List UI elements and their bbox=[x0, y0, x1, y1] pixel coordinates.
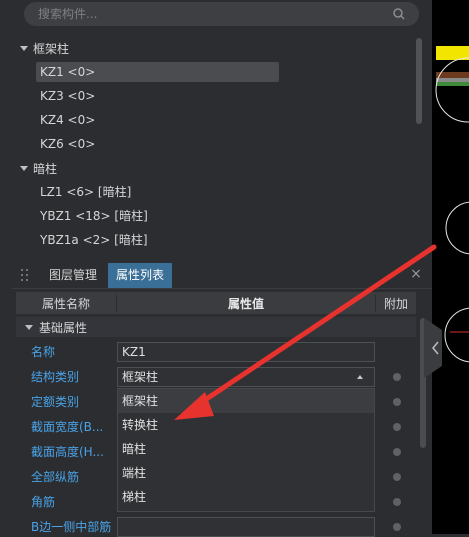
attach-checkbox[interactable] bbox=[393, 523, 401, 531]
attach-checkbox[interactable] bbox=[393, 398, 401, 406]
tree-item-ybz1[interactable]: YBZ1 <18> [暗柱] bbox=[36, 206, 279, 226]
tree-group-hidden-column[interactable]: 暗柱 bbox=[20, 158, 57, 178]
section-basic-properties[interactable]: 基础属性 bbox=[16, 317, 416, 337]
tree-item-lz1[interactable]: LZ1 <6> [暗柱] bbox=[36, 182, 279, 202]
attach-checkbox[interactable] bbox=[393, 498, 401, 506]
tab-property-list[interactable]: 属性列表 bbox=[108, 263, 173, 288]
dropdown-option-hidden-column[interactable]: 暗柱 bbox=[118, 437, 374, 461]
tree-item-kz1[interactable]: KZ1 <0> bbox=[36, 62, 279, 82]
chevron-up-icon[interactable] bbox=[357, 375, 363, 379]
tree-item-ybz1a[interactable]: YBZ1a <2> [暗柱] bbox=[36, 230, 279, 250]
collapse-arrow-icon[interactable] bbox=[424, 318, 450, 378]
tree-group-frame-column[interactable]: 框架柱 bbox=[20, 38, 69, 58]
prop-label-section-width: 截面宽度(B... bbox=[31, 420, 104, 434]
tree-group-label: 暗柱 bbox=[33, 161, 58, 176]
attach-checkbox[interactable] bbox=[393, 448, 401, 456]
tree-item-kz6[interactable]: KZ6 <0> bbox=[36, 134, 279, 154]
canvas-drawing bbox=[435, 46, 469, 363]
property-table-header: 属性名称 属性值 附加 bbox=[16, 292, 416, 314]
column-header-extra: 附加 bbox=[383, 296, 408, 311]
prop-label-quota-type: 定额类别 bbox=[31, 395, 80, 409]
prop-value-name[interactable]: KZ1 bbox=[117, 342, 375, 362]
attach-checkbox[interactable] bbox=[393, 423, 401, 431]
dropdown-option-end-column[interactable]: 端柱 bbox=[118, 461, 374, 485]
dropdown-option-stair-column[interactable]: 梯柱 bbox=[118, 485, 374, 509]
prop-label-structure-type: 结构类别 bbox=[31, 370, 80, 384]
tree-group-label: 框架柱 bbox=[33, 41, 70, 56]
drawing-canvas[interactable] bbox=[432, 0, 469, 534]
search-box[interactable] bbox=[24, 2, 419, 26]
search-icon[interactable] bbox=[391, 6, 407, 22]
column-header-name: 属性名称 bbox=[41, 296, 90, 311]
prop-label-corner-rebar: 角筋 bbox=[31, 495, 56, 509]
tree-item-kz3[interactable]: KZ3 <0> bbox=[36, 86, 279, 106]
attach-checkbox[interactable] bbox=[393, 373, 401, 381]
close-icon[interactable]: × bbox=[408, 266, 424, 282]
search-input[interactable] bbox=[36, 6, 391, 22]
dropdown-option-frame-column[interactable]: 框架柱 bbox=[118, 389, 374, 413]
drag-grip-icon[interactable] bbox=[20, 268, 30, 282]
expand-triangle-icon[interactable] bbox=[20, 45, 28, 51]
prop-label-all-rebar: 全部纵筋 bbox=[31, 470, 80, 484]
expand-triangle-icon[interactable] bbox=[25, 324, 33, 330]
attach-checkbox[interactable] bbox=[393, 473, 401, 481]
prop-label-section-height: 截面高度(H... bbox=[31, 445, 104, 459]
expand-triangle-icon[interactable] bbox=[20, 165, 28, 171]
tab-layer-management[interactable]: 图层管理 bbox=[41, 263, 105, 288]
tree-scrollbar-thumb[interactable] bbox=[416, 38, 422, 124]
prop-label-b-side-rebar: B边一侧中部筋 bbox=[31, 520, 111, 534]
prop-value-b-side-rebar[interactable] bbox=[117, 517, 375, 537]
dropdown-option-transfer-column[interactable]: 转换柱 bbox=[118, 413, 374, 437]
prop-select-structure-type[interactable]: 框架柱 bbox=[117, 367, 375, 387]
prop-label-name: 名称 bbox=[31, 345, 56, 359]
section-label: 基础属性 bbox=[39, 320, 88, 335]
column-header-value: 属性值 bbox=[116, 294, 376, 312]
tree-item-kz4[interactable]: KZ4 <0> bbox=[36, 110, 279, 130]
